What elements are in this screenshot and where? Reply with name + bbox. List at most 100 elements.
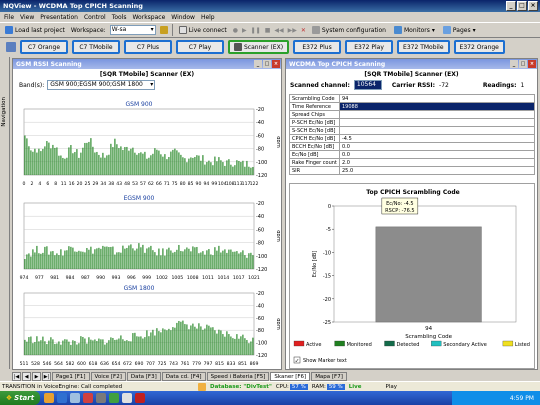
- band-select[interactable]: GSM 900;EGSM 900;GSM 1800: [47, 80, 156, 90]
- param-row[interactable]: Rake Finger count 2.0: [289, 158, 535, 167]
- x-tick-label: 1005: [171, 275, 183, 281]
- param-row[interactable]: Ec/No [dB] 0.0: [289, 150, 535, 159]
- param-row[interactable]: CPICH Ec/No [dB] -4.5: [289, 134, 535, 143]
- menu-help[interactable]: Help: [201, 14, 215, 21]
- rssi-bar: [124, 147, 126, 175]
- pane-maximize-button[interactable]: □: [263, 60, 271, 68]
- nqview-icon[interactable]: [70, 393, 80, 403]
- rssi-bar: [144, 337, 146, 355]
- minimize-button[interactable]: _: [506, 1, 516, 11]
- navigation-rail[interactable]: Navigation: [0, 57, 10, 369]
- browser-icon[interactable]: [57, 393, 67, 403]
- tab-skaner[interactable]: Skaner [F6]: [270, 371, 311, 381]
- menu-workspace[interactable]: Workspace: [132, 14, 165, 21]
- rssi-bar: [70, 145, 72, 175]
- rssi-bar: [158, 150, 160, 175]
- pane-minimize-button[interactable]: _: [510, 60, 518, 68]
- param-row[interactable]: SIR 25.0: [289, 166, 535, 175]
- scanner-button-scanner-ex[interactable]: Scanner (EX): [228, 40, 290, 54]
- scanner-button-c7-plus[interactable]: C7 Plus: [124, 40, 172, 54]
- scanner-button-e372-play[interactable]: E372 Play: [345, 40, 394, 54]
- rssi-bar: [226, 331, 228, 355]
- tab-data-cd[interactable]: Data cd. [F4]: [161, 371, 206, 381]
- monitors-label: Monitors: [403, 26, 430, 34]
- app-icon[interactable]: [96, 393, 106, 403]
- menu-presentation[interactable]: Presentation: [40, 14, 78, 21]
- close-button[interactable]: ×: [528, 1, 538, 11]
- rssi-bar: [158, 331, 160, 355]
- param-row[interactable]: Scrambling Code 94: [289, 94, 535, 103]
- scanner-button-e372-tmobile[interactable]: E372 TMobile: [397, 40, 450, 54]
- explorer-icon[interactable]: [44, 393, 54, 403]
- rssi-bar: [86, 343, 88, 355]
- scanner-button-c7-play[interactable]: C7 Play: [176, 40, 224, 54]
- forward-icon[interactable]: ▶▶: [288, 27, 297, 34]
- param-row[interactable]: Time Reference 19088: [289, 102, 535, 111]
- param-row[interactable]: Spread Chips: [289, 110, 535, 119]
- rssi-bar: [106, 342, 108, 355]
- rssi-bar: [192, 157, 194, 175]
- cancel-icon[interactable]: ✕: [301, 27, 306, 34]
- menu-file[interactable]: File: [4, 14, 14, 21]
- prev-page-arrow-icon[interactable]: ◀: [22, 371, 31, 381]
- cpich-bar[interactable]: [375, 226, 482, 323]
- rssi-bar: [206, 324, 208, 355]
- tab-data[interactable]: Data [F3]: [126, 371, 161, 381]
- app-icon[interactable]: [109, 393, 119, 403]
- tab-mapa[interactable]: Mapa [F7]: [311, 371, 347, 381]
- next-page-arrow-icon[interactable]: ▶: [32, 371, 41, 381]
- scanner-button-c7-orange[interactable]: C7 Orange: [20, 40, 68, 54]
- monitors-button[interactable]: Monitors ▾: [392, 25, 437, 35]
- pages-label: Pages: [452, 26, 471, 34]
- rssi-bar: [76, 251, 78, 269]
- system-configuration-button[interactable]: System configuration: [310, 25, 388, 35]
- menu-window[interactable]: Window: [171, 14, 195, 21]
- param-row[interactable]: P-SCH Ec/No [dB]: [289, 118, 535, 127]
- rssi-bar: [126, 247, 128, 269]
- app-icon[interactable]: [135, 393, 145, 403]
- first-page-arrow-icon[interactable]: |◀: [12, 371, 21, 381]
- menu-tools[interactable]: Tools: [112, 14, 127, 21]
- pane-close-button[interactable]: ×: [528, 60, 536, 68]
- workspace-select[interactable]: W-sa: [109, 25, 156, 35]
- app-icon[interactable]: [122, 393, 132, 403]
- play-icon[interactable]: ▶: [242, 27, 247, 34]
- cpu-value: 57 %: [289, 383, 308, 390]
- scanner-button-c7-tmobile[interactable]: C7 TMobile: [72, 40, 120, 54]
- maximize-button[interactable]: □: [517, 1, 527, 11]
- app-icon[interactable]: [83, 393, 93, 403]
- tab-speed-bateria[interactable]: Speed i Bateria [F5]: [206, 371, 270, 381]
- rssi-bar: [236, 334, 238, 355]
- x-tick-label: 511: [20, 361, 29, 367]
- record-icon[interactable]: ●: [233, 27, 238, 34]
- start-button[interactable]: ❖ Start: [0, 391, 40, 405]
- workspace-open-icon[interactable]: [159, 26, 168, 34]
- scanner-button-e372-plus[interactable]: E372 Plus: [293, 40, 342, 54]
- pane-minimize-button[interactable]: _: [254, 60, 262, 68]
- load-project-button[interactable]: Load last project: [3, 25, 67, 35]
- rssi-bar: [52, 144, 54, 175]
- pages-button[interactable]: Pages ▾: [441, 25, 478, 35]
- menu-control[interactable]: Control: [84, 14, 106, 21]
- rewind-icon[interactable]: ◀◀: [274, 27, 283, 34]
- pause-icon[interactable]: ❚❚: [251, 27, 261, 34]
- menu-view[interactable]: View: [20, 14, 34, 21]
- stop-icon[interactable]: ■: [265, 27, 271, 34]
- pane-close-button[interactable]: ×: [272, 60, 280, 68]
- param-value: 0.0: [339, 142, 535, 151]
- pane-maximize-button[interactable]: □: [519, 60, 527, 68]
- rssi-bar: [142, 153, 144, 175]
- scanned-channel-select[interactable]: 10564: [353, 80, 382, 90]
- rssi-bar: [86, 247, 88, 269]
- live-connect-button[interactable]: Live connect: [177, 25, 229, 35]
- param-row[interactable]: BCCH Ec/No [dB] 0.0: [289, 142, 535, 151]
- last-page-arrow-icon[interactable]: ▶|: [42, 371, 51, 381]
- tab-page1[interactable]: Page1 [F1]: [52, 371, 90, 381]
- scanner-button-e372-orange[interactable]: E372 Orange: [453, 40, 505, 54]
- rssi-bar: [110, 337, 112, 355]
- rssi-bar: [84, 338, 86, 355]
- param-row[interactable]: S-SCH Ec/No [dB]: [289, 126, 535, 135]
- rssi-bar: [114, 339, 116, 355]
- rssi-bar: [170, 250, 172, 269]
- tab-voice[interactable]: Voice [F2]: [90, 371, 126, 381]
